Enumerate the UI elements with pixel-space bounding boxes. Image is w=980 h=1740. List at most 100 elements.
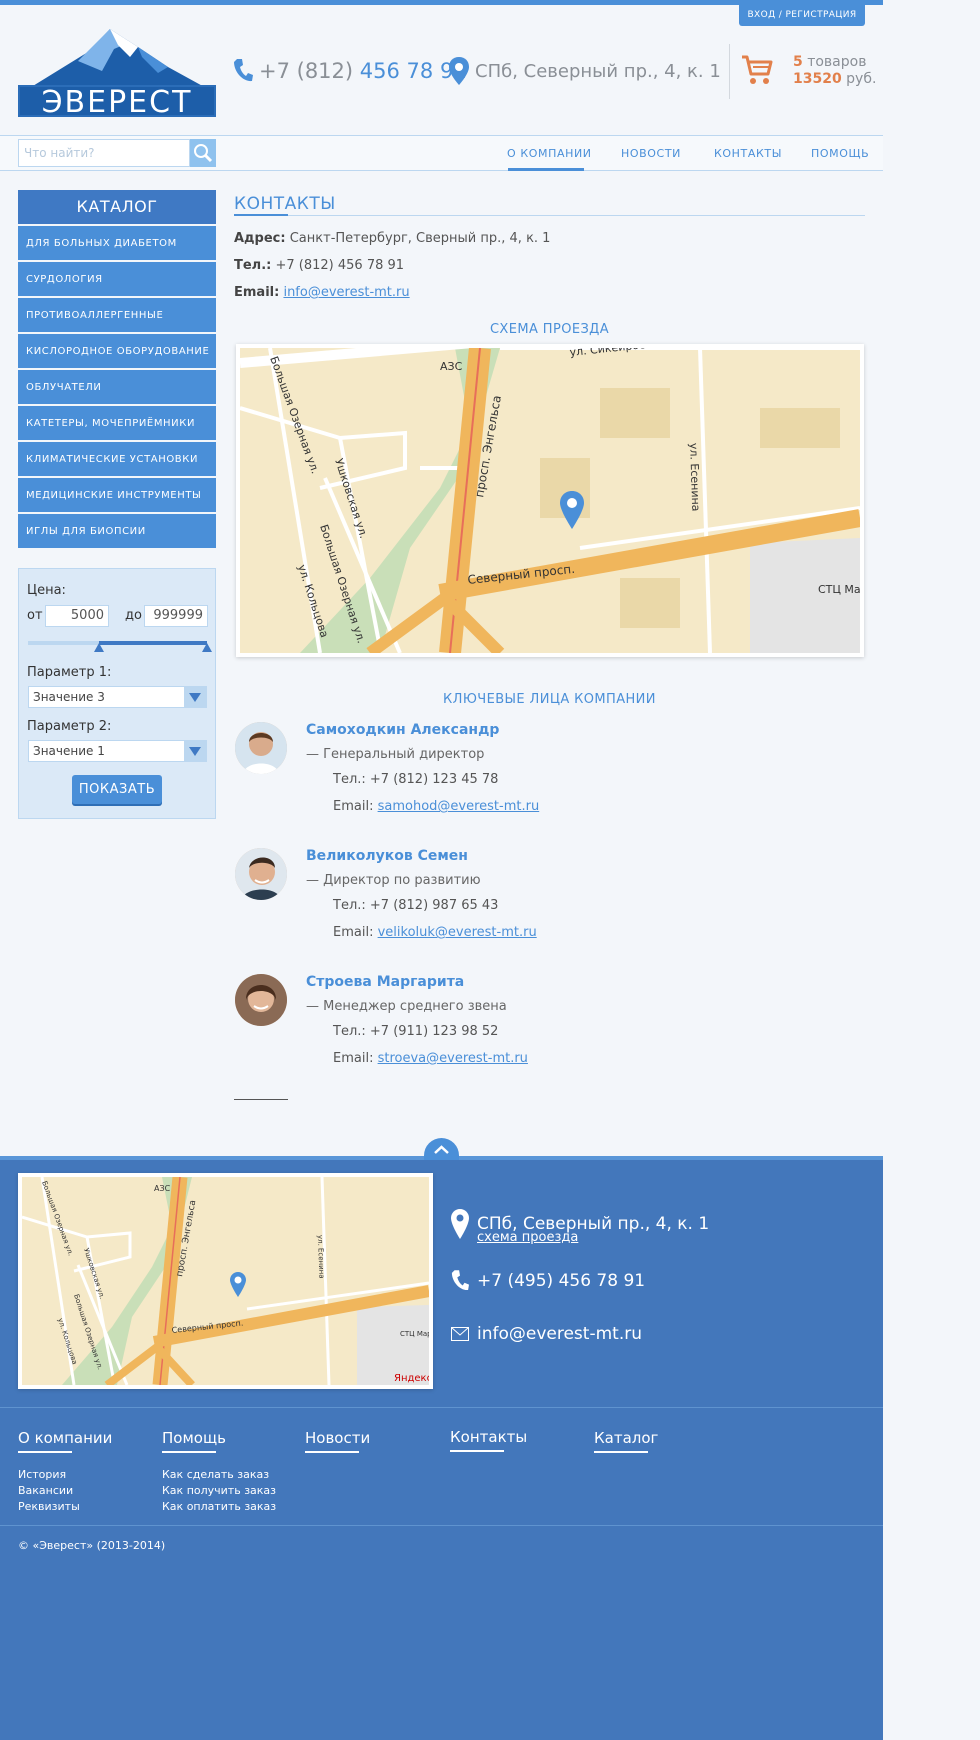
yandex-logo: Яндекс bbox=[394, 1373, 429, 1384]
header-phone[interactable]: +7 (812) 456 78 91 bbox=[233, 56, 467, 86]
scroll-top-button[interactable] bbox=[424, 1138, 459, 1160]
catalog-item-catheters[interactable]: КАТЕТЕРЫ, МОЧЕПРИЁМНИКИ bbox=[18, 406, 216, 440]
price-to-input[interactable]: 999999 bbox=[144, 605, 208, 627]
person-name[interactable]: Великолуков Семен bbox=[306, 848, 468, 864]
param1-select[interactable]: Значение 3 bbox=[28, 686, 207, 708]
footer-column-underline bbox=[450, 1450, 504, 1452]
person-card: Строева Маргарита — Менеджер среднего зв… bbox=[234, 974, 865, 1094]
footer-column-title[interactable]: Каталог bbox=[594, 1429, 658, 1450]
location-pin-icon bbox=[449, 57, 469, 85]
cart-button[interactable] bbox=[741, 54, 773, 90]
map-graphic: АЗС ул. Сикейроса просп. Энгельса ул. Ес… bbox=[240, 348, 860, 653]
filter-panel: Цена: от 5000 до 999999 Параметр 1: Знач… bbox=[18, 568, 216, 819]
tel-value: +7 (812) 456 78 91 bbox=[275, 258, 405, 273]
price-from-input[interactable]: 5000 bbox=[45, 605, 109, 627]
email-label: Email: bbox=[234, 285, 280, 300]
map-section-title: СХЕМА ПРОЕЗДА bbox=[489, 322, 610, 337]
catalog-item-diabetes[interactable]: ДЛЯ БОЛЬНЫХ ДИАБЕТОМ bbox=[18, 226, 216, 260]
catalog-list: ДЛЯ БОЛЬНЫХ ДИАБЕТОМ СУРДОЛОГИЯ ПРОТИВОА… bbox=[18, 226, 216, 550]
param2-select[interactable]: Значение 1 bbox=[28, 740, 207, 762]
person-card: Великолуков Семен — Директор по развитию… bbox=[234, 848, 865, 968]
shopping-cart-icon bbox=[742, 55, 773, 84]
footer-column-title[interactable]: Контакты bbox=[450, 1428, 527, 1449]
search-icon bbox=[194, 144, 213, 163]
catalog-item-climate[interactable]: КЛИМАТИЧЕСКИЕ УСТАНОВКИ bbox=[18, 442, 216, 476]
address-label: Адрес: bbox=[234, 231, 286, 246]
map-label-stc: СТЦ Мар bbox=[818, 583, 860, 596]
chevron-down-icon bbox=[184, 687, 206, 707]
footer-column-underline bbox=[594, 1451, 648, 1453]
catalog-title: КАТАЛОГ bbox=[18, 190, 216, 224]
footer-phone[interactable]: +7 (495) 456 78 91 bbox=[451, 1268, 645, 1294]
footer-email[interactable]: info@everest-mt.ru bbox=[451, 1324, 642, 1344]
cart-summary[interactable]: 5 товаров 13520 руб. bbox=[793, 54, 876, 88]
param2-value: Значение 1 bbox=[33, 744, 105, 758]
route-map[interactable]: АЗС ул. Сикейроса просп. Энгельса ул. Ес… bbox=[236, 344, 864, 657]
footer-column-title[interactable]: О компании bbox=[18, 1429, 112, 1450]
show-button[interactable]: ПОКАЗАТЬ bbox=[72, 775, 162, 804]
catalog-item-biopsy[interactable]: ИГЛЫ ДЛЯ БИОПСИИ bbox=[18, 514, 216, 548]
footer-link-requisites[interactable]: Реквизиты bbox=[18, 1500, 112, 1513]
person-card: Самоходкин Александр — Генеральный дирек… bbox=[234, 722, 865, 842]
price-slider-min-handle[interactable] bbox=[94, 643, 104, 652]
cart-count: 5 bbox=[793, 54, 803, 70]
address-text: СПб, Северный пр., 4, к. 1 bbox=[475, 60, 721, 82]
footer-bottom-divider bbox=[0, 1525, 883, 1526]
catalog-item-irradiators[interactable]: ОБЛУЧАТЕЛИ bbox=[18, 370, 216, 404]
nav-item-help[interactable]: ПОМОЩЬ bbox=[811, 147, 869, 160]
content-end-divider bbox=[234, 1099, 288, 1100]
footer-column-title[interactable]: Помощь bbox=[162, 1429, 226, 1450]
mountain-logo-icon bbox=[28, 29, 208, 89]
search-input[interactable]: Что найти? bbox=[18, 139, 190, 167]
person-email-row: Email: samohod@everest-mt.ru bbox=[333, 799, 539, 814]
footer-link-history[interactable]: История bbox=[18, 1468, 112, 1481]
copyright: © «Эверест» (2013-2014) bbox=[18, 1539, 166, 1552]
person-email-link[interactable]: samohod@everest-mt.ru bbox=[378, 799, 540, 814]
catalog-item-surdology[interactable]: СУРДОЛОГИЯ bbox=[18, 262, 216, 296]
avatar bbox=[235, 974, 287, 1026]
footer-link-how-to-order[interactable]: Как сделать заказ bbox=[162, 1468, 276, 1481]
location-pin-icon bbox=[451, 1209, 469, 1239]
logo-wordmark: ЭВЕРЕСТ bbox=[18, 85, 216, 119]
person-name[interactable]: Самоходкин Александр bbox=[306, 722, 499, 738]
person-name[interactable]: Строева Маргарита bbox=[306, 974, 464, 990]
catalog-item-instruments[interactable]: МЕДИЦИНСКИЕ ИНСТРУМЕНТЫ bbox=[18, 478, 216, 512]
header-divider bbox=[729, 44, 730, 99]
tel-label: Тел.: bbox=[234, 258, 272, 273]
footer-map-graphic: АЗС просп. Энгельса ул. Есенина Большая … bbox=[22, 1177, 429, 1385]
price-slider-max-handle[interactable] bbox=[202, 643, 212, 652]
footer-column-contacts: Контакты bbox=[450, 1427, 527, 1452]
cart-count-label: товаров bbox=[807, 54, 867, 70]
footer-column-catalog: Каталог bbox=[594, 1428, 658, 1453]
logo[interactable]: ЭВЕРЕСТ bbox=[18, 27, 216, 119]
person-email-link[interactable]: velikoluk@everest-mt.ru bbox=[378, 925, 537, 940]
nav-item-news[interactable]: НОВОСТИ bbox=[621, 147, 681, 160]
footer-column-help: Помощь Как сделать заказ Как получить за… bbox=[162, 1428, 276, 1513]
nav-item-contacts[interactable]: КОНТАКТЫ bbox=[714, 147, 782, 160]
footer-map[interactable]: АЗС просп. Энгельса ул. Есенина Большая … bbox=[18, 1173, 433, 1389]
price-to-label: до bbox=[125, 608, 142, 623]
person-email-row: Email: velikoluk@everest-mt.ru bbox=[333, 925, 537, 940]
catalog-item-antiallergic[interactable]: ПРОТИВОАЛЛЕРГЕННЫЕ bbox=[18, 298, 216, 332]
footer-column-title[interactable]: Новости bbox=[305, 1429, 370, 1450]
header-address: СПб, Северный пр., 4, к. 1 bbox=[449, 56, 721, 86]
login-register-button[interactable]: ВХОД / РЕГИСТРАЦИЯ bbox=[739, 5, 865, 26]
people-section-title: КЛЮЧЕВЫЕ ЛИЦА КОМПАНИИ bbox=[443, 692, 656, 707]
email-link[interactable]: info@everest-mt.ru bbox=[283, 285, 409, 300]
footer-link-how-to-pay[interactable]: Как оплатить заказ bbox=[162, 1500, 276, 1513]
footer-email-text: info@everest-mt.ru bbox=[477, 1324, 642, 1344]
map-label-azs: АЗС bbox=[440, 360, 463, 373]
param2-label: Параметр 2: bbox=[27, 719, 112, 734]
mail-icon bbox=[451, 1327, 469, 1341]
footer-link-how-to-receive[interactable]: Как получить заказ bbox=[162, 1484, 276, 1497]
avatar bbox=[235, 722, 287, 774]
footer-column-underline bbox=[305, 1451, 359, 1453]
catalog-item-oxygen[interactable]: КИСЛОРОДНОЕ ОБОРУДОВАНИЕ bbox=[18, 334, 216, 368]
footer-phone-text: +7 (495) 456 78 91 bbox=[477, 1271, 646, 1291]
person-email-link[interactable]: stroeva@everest-mt.ru bbox=[378, 1051, 528, 1066]
footer-link-vacancies[interactable]: Вакансии bbox=[18, 1484, 112, 1497]
nav-item-about[interactable]: О КОМПАНИИ bbox=[507, 147, 592, 160]
search-button[interactable] bbox=[190, 139, 216, 167]
person-tel: Тел.: +7 (812) 123 45 78 bbox=[333, 772, 499, 787]
footer-map-link[interactable]: схема проезда bbox=[477, 1230, 578, 1245]
